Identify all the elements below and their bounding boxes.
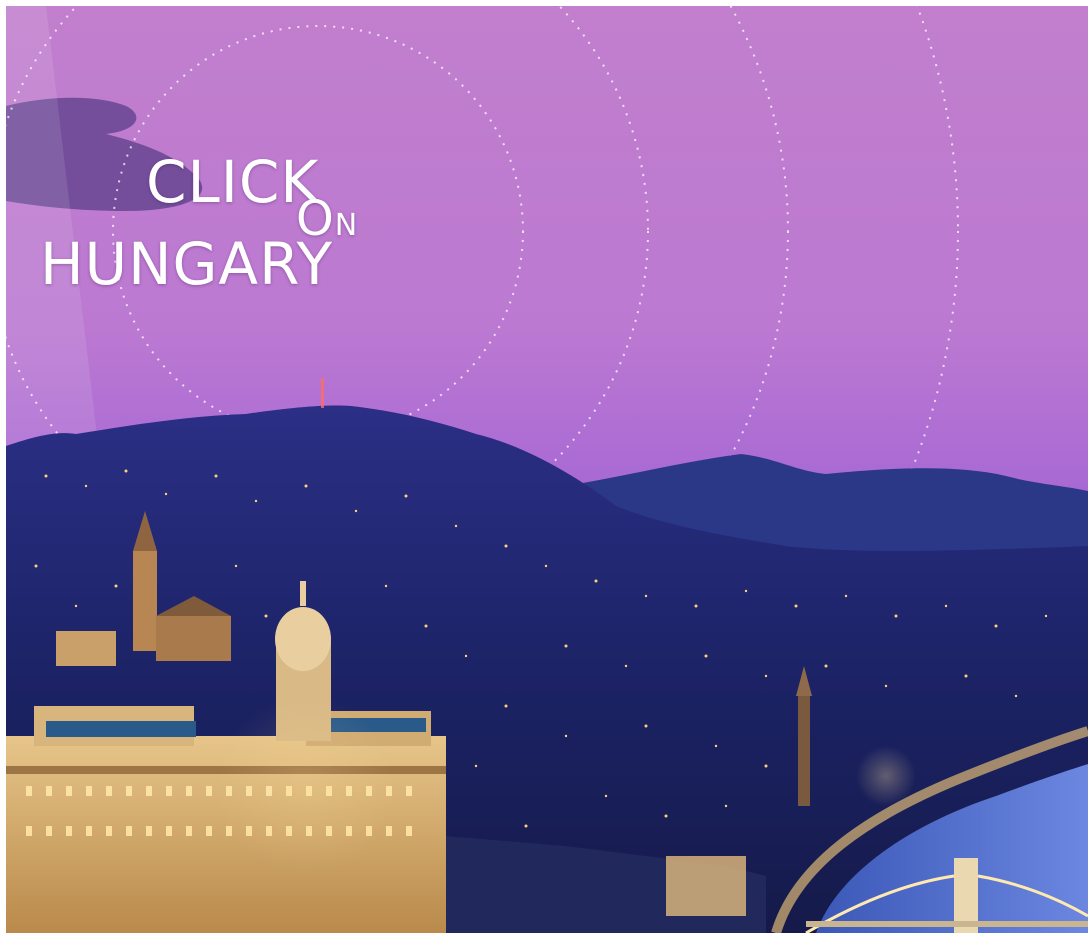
hero-banner: CLICK ON HUNGARY (6, 6, 1088, 933)
title-word-hungary: HUNGARY (40, 230, 334, 298)
title-on-rest: N (334, 208, 359, 243)
title-word-click: CLICK (146, 148, 320, 216)
